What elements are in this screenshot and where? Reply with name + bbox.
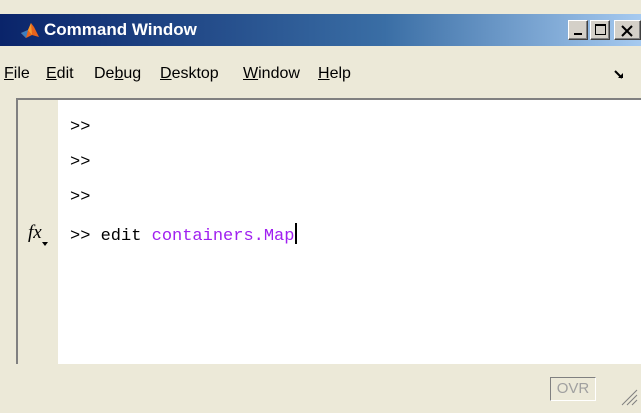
status-bar: OVR <box>0 364 641 413</box>
resize-grip-icon[interactable] <box>618 386 638 406</box>
menu-edit[interactable]: Edit <box>46 65 74 83</box>
command-text: edit <box>100 227 142 246</box>
history-line: >> <box>70 118 91 137</box>
menu-debug[interactable]: Debug <box>94 65 141 83</box>
menu-help[interactable]: Help <box>318 65 351 83</box>
close-button[interactable] <box>614 20 641 40</box>
matlab-logo-icon <box>21 23 39 38</box>
window-title: Command Window <box>44 20 197 39</box>
function-browser-icon[interactable]: fx <box>28 222 42 244</box>
close-icon <box>621 25 633 37</box>
menu-file[interactable]: File <box>4 65 30 83</box>
title-bar[interactable]: Command Window <box>0 14 641 46</box>
maximize-button[interactable] <box>590 20 610 40</box>
menu-bar: File Edit Debug Desktop Window Help <box>0 58 641 88</box>
undock-arrow-icon[interactable] <box>612 67 626 81</box>
command-window: Command Window File Edit Debug Desktop W… <box>0 0 641 413</box>
menu-window[interactable]: Window <box>243 65 300 83</box>
history-line: >> <box>70 188 91 207</box>
text-cursor <box>295 223 298 244</box>
history-line: >> <box>70 153 91 172</box>
command-argument: containers.Map <box>151 227 295 246</box>
command-output-area[interactable]: >> >> >> >> edit containers.Map <box>16 98 641 364</box>
command-input-line[interactable]: >> edit containers.Map <box>70 223 298 246</box>
chevron-down-icon <box>42 242 48 246</box>
ovr-indicator: OVR <box>550 377 596 401</box>
menu-desktop[interactable]: Desktop <box>160 65 219 83</box>
prompt: >> <box>70 227 91 246</box>
minimize-button[interactable] <box>568 20 588 40</box>
